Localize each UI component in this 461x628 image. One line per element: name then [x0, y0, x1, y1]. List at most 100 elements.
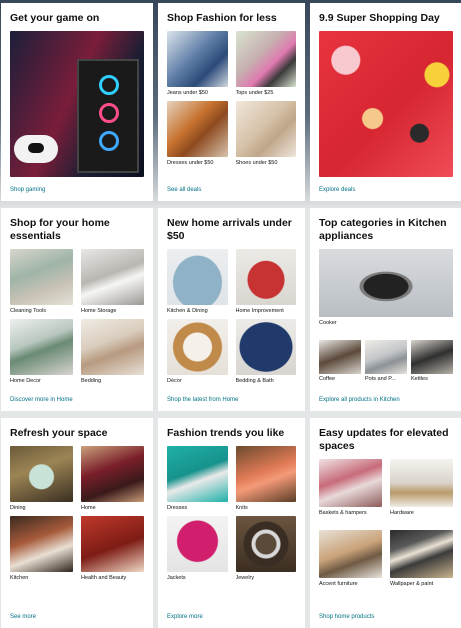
quad-grid: Dining Home Kitchen Health and Beauty	[10, 446, 144, 581]
quad-item-shoes[interactable]: Shoes under $50	[235, 101, 296, 166]
explore-kitchen-link[interactable]: Explore all products in Kitchen	[319, 397, 400, 403]
quad-item-decor[interactable]: Décor	[167, 319, 228, 384]
quad-item-label: Home Storage	[81, 308, 117, 314]
quad-item-label: Knits	[235, 505, 248, 511]
quad-item-label: Jewelry	[235, 575, 255, 581]
card-title: Top categories in Kitchen appliances	[319, 217, 447, 242]
gaming-pc-image[interactable]	[10, 31, 144, 177]
quad-item-dresses[interactable]: Dresses under $50	[167, 101, 228, 166]
card-fashion-deals: Shop Fashion for less Jeans under $50 To…	[158, 3, 305, 201]
product-image	[167, 446, 228, 502]
product-image	[167, 101, 228, 157]
quad-item-baskets[interactable]: Baskets & hampers	[319, 459, 382, 516]
product-image	[235, 249, 296, 305]
product-image	[235, 319, 296, 375]
see-more-link[interactable]: See more	[10, 614, 36, 620]
quad-item-label: Accent furniture	[319, 581, 358, 587]
cooker-item[interactable]: Cooker	[319, 249, 453, 326]
quad-item-tops[interactable]: Tops under $25	[235, 31, 296, 96]
quad-item-label: Tops under $25	[235, 90, 274, 96]
quad-item-label: Jeans under $50	[167, 90, 208, 96]
card-title: Shop Fashion for less	[167, 12, 277, 24]
quad-item-home-improvement[interactable]: Home Improvement	[235, 249, 296, 314]
quad-item-jeans[interactable]: Jeans under $50	[167, 31, 228, 96]
quad-item-hardware[interactable]: Hardware	[390, 459, 453, 516]
quad-item-label: Jackets	[167, 575, 186, 581]
product-image	[235, 516, 296, 572]
quad-item-label: Baskets & hampers	[319, 510, 367, 516]
product-image	[10, 516, 73, 572]
quad-item-kitchen[interactable]: Kitchen	[10, 516, 73, 581]
quad-item-health-beauty[interactable]: Health and Beauty	[81, 516, 144, 581]
product-image	[167, 319, 228, 375]
quad-item-cleaning-tools[interactable]: Cleaning Tools	[10, 249, 73, 314]
quad-item-dining[interactable]: Dining	[10, 446, 73, 511]
sale-banner-image[interactable]	[319, 31, 453, 177]
quad-item-home[interactable]: Home	[81, 446, 144, 511]
discover-home-link[interactable]: Discover more in Home	[10, 397, 73, 403]
three-grid: Coffee Pots and P... Kettles	[319, 340, 453, 382]
product-image	[81, 319, 144, 375]
quad-item-label: Décor	[167, 378, 182, 384]
pc-tower-graphic	[77, 59, 139, 173]
product-image	[167, 516, 228, 572]
card-gaming: Get your game on Shop gaming	[1, 3, 153, 201]
tri-item-label: Kettles	[411, 376, 428, 382]
tri-item-label: Coffee	[319, 376, 336, 382]
see-all-deals-link[interactable]: See all deals	[167, 187, 201, 193]
product-image	[167, 31, 228, 87]
shop-gaming-link[interactable]: Shop gaming	[10, 187, 45, 193]
shop-home-products-link[interactable]: Shop home products	[319, 614, 374, 620]
quad-item-dresses[interactable]: Dresses	[167, 446, 228, 511]
quad-item-knits[interactable]: Knits	[235, 446, 296, 511]
quad-item-bedding-bath[interactable]: Bedding & Bath	[235, 319, 296, 384]
card-kitchen-appliances: Top categories in Kitchen appliances Coo…	[310, 208, 461, 411]
quad-item-wallpaper[interactable]: Wallpaper & paint	[390, 530, 453, 587]
card-grid: Get your game on Shop gaming Shop Fashio…	[0, 0, 461, 628]
product-image	[365, 340, 407, 374]
quad-grid: Dresses Knits Jackets Jewelry	[167, 446, 296, 581]
product-image	[81, 446, 144, 502]
tri-item-label: Pots and P...	[365, 376, 396, 382]
quad-item-label: Wallpaper & paint	[390, 581, 434, 587]
product-image	[411, 340, 453, 374]
quad-item-home-decor[interactable]: Home Decor	[10, 319, 73, 384]
product-image	[319, 530, 382, 578]
explore-deals-link[interactable]: Explore deals	[319, 187, 355, 193]
card-title: Refresh your space	[10, 427, 108, 439]
quad-item-home-storage[interactable]: Home Storage	[81, 249, 144, 314]
tri-item-coffee[interactable]: Coffee	[319, 340, 361, 382]
product-image	[10, 446, 73, 502]
product-image	[10, 319, 73, 375]
quad-item-label: Health and Beauty	[81, 575, 127, 581]
quad-item-label: Cleaning Tools	[10, 308, 46, 314]
quad-item-jewelry[interactable]: Jewelry	[235, 516, 296, 581]
product-image	[390, 459, 453, 507]
card-super-shopping-day: 9.9 Super Shopping Day Explore deals	[310, 3, 461, 201]
tri-item-pots[interactable]: Pots and P...	[365, 340, 407, 382]
quad-item-bedding[interactable]: Bedding	[81, 319, 144, 384]
quad-grid: Kitchen & Dining Home Improvement Décor …	[167, 249, 296, 384]
quad-item-jackets[interactable]: Jackets	[167, 516, 228, 581]
card-refresh-space: Refresh your space Dining Home Kitchen H…	[1, 418, 153, 628]
product-image	[81, 516, 144, 572]
card-title: New home arrivals under $50	[167, 217, 292, 242]
quad-item-label: Home Improvement	[235, 308, 284, 314]
quad-item-accent-furniture[interactable]: Accent furniture	[319, 530, 382, 587]
product-image	[319, 459, 382, 507]
product-image	[235, 31, 296, 87]
quad-item-label: Kitchen	[10, 575, 29, 581]
product-image	[319, 340, 361, 374]
card-home-essentials: Shop for your home essentials Cleaning T…	[1, 208, 153, 411]
tri-item-kettles[interactable]: Kettles	[411, 340, 453, 382]
product-image	[235, 446, 296, 502]
card-title: Fashion trends you like	[167, 427, 285, 439]
quad-item-label: Dining	[10, 505, 26, 511]
card-new-home-arrivals: New home arrivals under $50 Kitchen & Di…	[158, 208, 305, 411]
cooker-label: Cooker	[319, 320, 337, 326]
shop-latest-home-link[interactable]: Shop the latest from Home	[167, 397, 238, 403]
explore-more-link[interactable]: Explore more	[167, 614, 203, 620]
quad-item-label: Dresses under $50	[167, 160, 214, 166]
quad-item-kitchen-dining[interactable]: Kitchen & Dining	[167, 249, 228, 314]
quad-item-label: Home	[81, 505, 96, 511]
